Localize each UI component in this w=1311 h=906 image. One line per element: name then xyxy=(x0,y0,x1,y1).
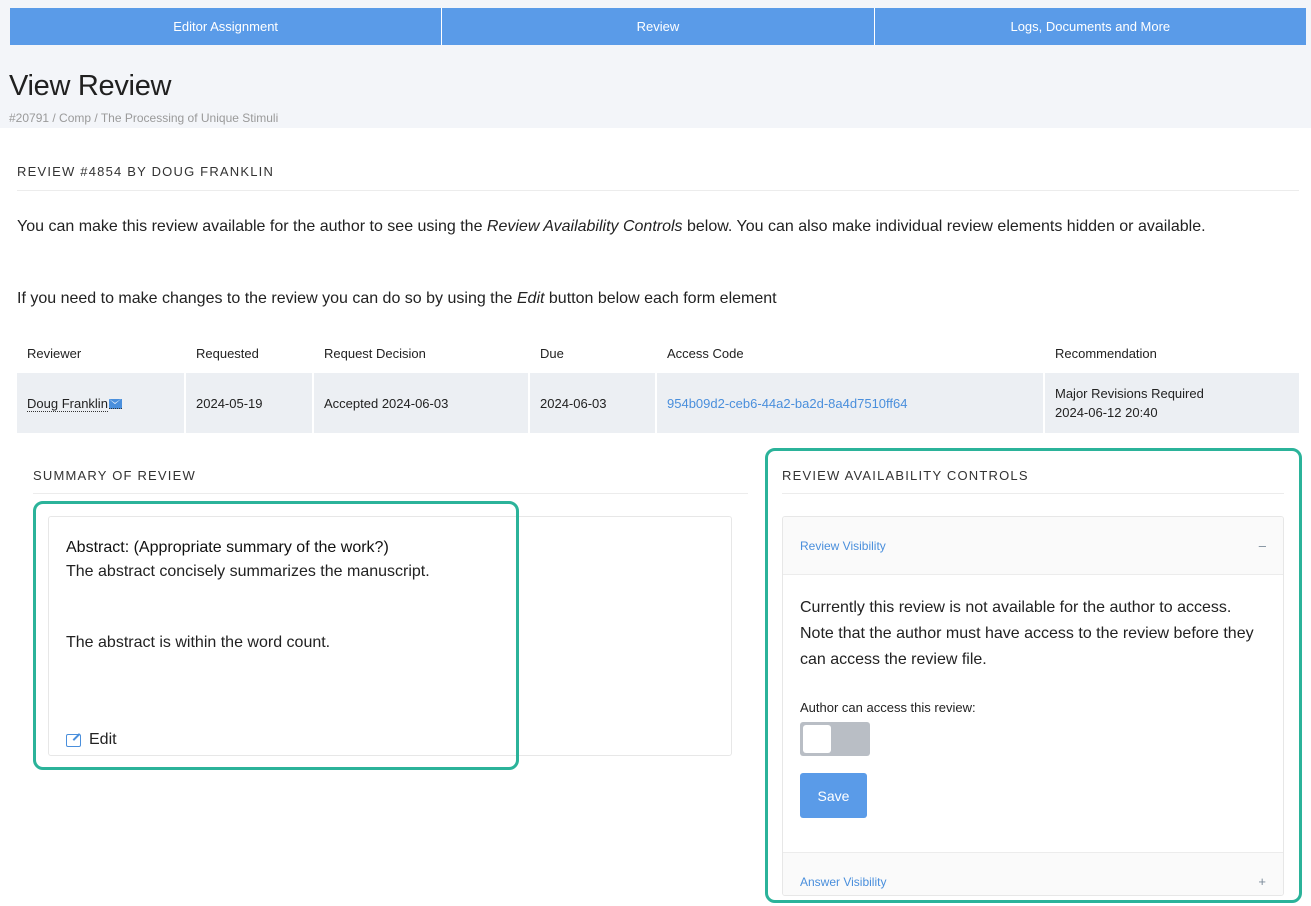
reviewer-table: Reviewer Requested Request Decision Due … xyxy=(17,333,1299,433)
col-header-request-decision: Request Decision xyxy=(324,345,426,361)
tab-review[interactable]: Review xyxy=(442,8,875,45)
intro2-emphasis: Edit xyxy=(516,290,545,307)
cell-request-decision: Accepted 2024-06-03 xyxy=(314,373,530,433)
breadcrumb: #20791 / Comp / The Processing of Unique… xyxy=(9,111,279,125)
access-code-link[interactable]: 954b09d2-ceb6-44a2-ba2d-8a4d7510ff64 xyxy=(667,396,907,411)
col-header-recommendation: Recommendation xyxy=(1055,345,1157,361)
highlight-frame-summary xyxy=(33,501,519,770)
cell-recommendation: Major Revisions Required 2024-06-12 20:4… xyxy=(1045,373,1299,433)
col-header-due: Due xyxy=(540,345,564,361)
intro-paragraph-availability: You can make this review available for t… xyxy=(17,215,1302,239)
tab-editor-assignment[interactable]: Editor Assignment xyxy=(10,8,443,45)
col-header-reviewer: Reviewer xyxy=(27,345,82,361)
envelope-icon[interactable] xyxy=(108,398,122,409)
cell-access-code: 954b09d2-ceb6-44a2-ba2d-8a4d7510ff64 xyxy=(657,373,1045,433)
table-header-row: Reviewer Requested Request Decision Due … xyxy=(17,333,1299,373)
top-header: Editor Assignment Review Logs, Documents… xyxy=(0,0,1311,128)
cell-reviewer: Doug Franklin xyxy=(17,373,186,433)
reviewer-name[interactable]: Doug Franklin xyxy=(27,395,108,412)
intro1-emphasis: Review Availability Controls xyxy=(486,218,683,235)
intro1-text: You can make this review available for t… xyxy=(17,218,487,235)
recommendation-date: 2024-06-12 20:40 xyxy=(1055,405,1158,420)
summary-heading: SUMMARY OF REVIEW xyxy=(33,468,196,483)
page-title: View Review xyxy=(9,70,172,102)
divider xyxy=(17,190,1299,191)
cell-due: 2024-06-03 xyxy=(530,373,657,433)
intro2-text-end: button below each form element xyxy=(544,290,777,307)
tab-logs-documents[interactable]: Logs, Documents and More xyxy=(875,8,1306,45)
table-row: Doug Franklin 2024-05-19 Accepted 2024-0… xyxy=(17,373,1299,433)
recommendation-value: Major Revisions Required xyxy=(1055,386,1204,401)
tab-bar: Editor Assignment Review Logs, Documents… xyxy=(10,8,1306,45)
intro2-text: If you need to make changes to the revie… xyxy=(17,290,517,307)
divider xyxy=(33,493,748,494)
cell-requested: 2024-05-19 xyxy=(186,373,314,433)
col-header-requested: Requested xyxy=(196,345,259,361)
review-heading: REVIEW #4854 BY DOUG FRANKLIN xyxy=(17,164,275,179)
intro-paragraph-edit: If you need to make changes to the revie… xyxy=(17,287,1302,311)
highlight-frame-availability xyxy=(765,448,1302,903)
intro1-text-end: below. You can also make individual revi… xyxy=(682,218,1206,235)
col-header-access-code: Access Code xyxy=(667,345,744,361)
